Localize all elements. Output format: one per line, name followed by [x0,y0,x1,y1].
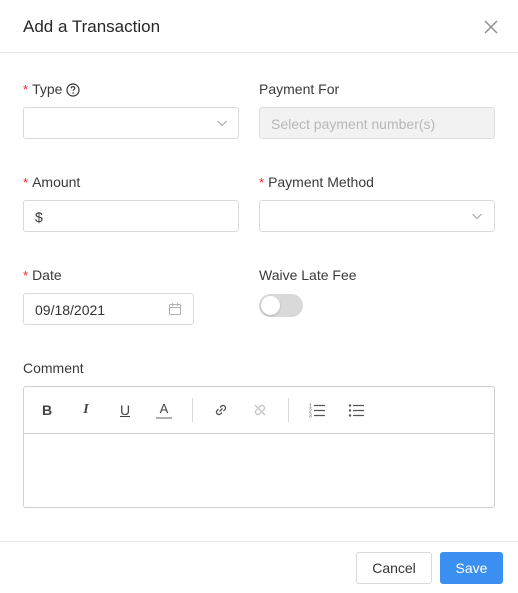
add-transaction-dialog: Add a Transaction * Type Payment For Sele… [0,0,518,593]
bold-button[interactable]: B [37,400,57,420]
waive-late-fee-label: Waive Late Fee [259,267,357,283]
close-icon[interactable] [481,17,501,37]
payment-method-select[interactable] [259,200,495,232]
comment-textarea[interactable] [24,434,494,507]
save-button[interactable]: Save [440,552,503,584]
payment-for-label: Payment For [259,81,340,97]
toggle-knob [261,296,280,315]
svg-text:3: 3 [309,414,312,419]
bold-icon: B [41,402,53,418]
ordered-list-icon: 1 2 3 [309,404,325,419]
bullet-list-button[interactable] [346,400,366,420]
editor-toolbar: B I U A 1 2 3 [24,387,494,434]
amount-label: * Amount [23,174,80,190]
dialog-title: Add a Transaction [23,17,161,36]
comment-label: Comment [23,360,84,376]
insert-link-button[interactable] [211,400,231,420]
dialog-header: Add a Transaction [0,0,518,53]
italic-button[interactable]: I [76,400,96,420]
date-value: 09/18/2021 [35,302,106,318]
payment-method-label-text: Payment Method [268,174,374,190]
waive-late-fee-toggle[interactable] [259,294,303,317]
amount-input[interactable]: $ [23,200,239,232]
required-mark: * [23,268,29,283]
link-icon [215,404,227,416]
required-mark: * [23,175,29,190]
calendar-icon [169,303,181,315]
chevron-down-icon [217,120,227,127]
amount-label-text: Amount [32,174,81,190]
underline-button[interactable]: U [115,400,135,420]
chevron-down-icon [472,213,482,220]
underline-icon: U [119,402,131,418]
type-label: * Type [23,81,81,97]
payment-for-placeholder: Select payment number(s) [271,116,436,132]
date-label: * Date [23,267,62,283]
type-select[interactable] [23,107,239,139]
font-color-button[interactable]: A [154,400,174,420]
toolbar-divider [288,398,289,422]
unlink-icon [254,404,266,416]
currency-prefix: $ [35,209,43,225]
font-color-swatch [156,416,172,419]
remove-link-button[interactable] [250,400,270,420]
bullet-list-icon [348,404,364,417]
comment-editor: B I U A 1 2 3 [23,386,495,508]
help-icon[interactable] [66,83,81,97]
font-color-icon: A [159,400,169,416]
payment-for-select: Select payment number(s) [259,107,495,139]
toolbar-divider [192,398,193,422]
date-picker[interactable]: 09/18/2021 [23,293,194,325]
required-mark: * [23,82,29,97]
type-label-text: Type [32,81,63,97]
payment-method-label: * Payment Method [259,174,374,190]
ordered-list-button[interactable]: 1 2 3 [307,400,327,420]
italic-icon: I [83,402,89,417]
required-mark: * [259,175,265,190]
date-label-text: Date [32,267,62,283]
cancel-button[interactable]: Cancel [356,552,432,584]
